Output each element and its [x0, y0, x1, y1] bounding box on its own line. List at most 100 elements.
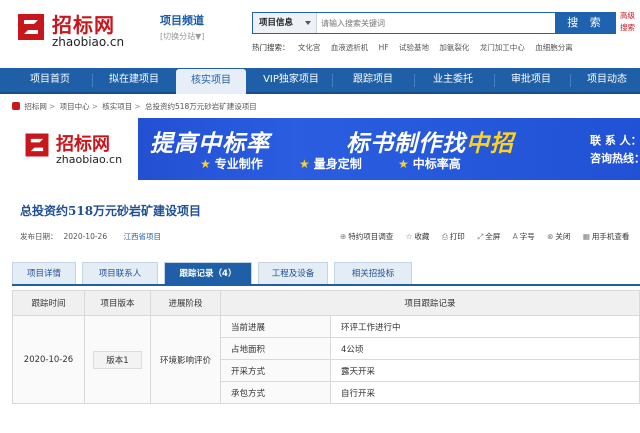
record-key: 承包方式 [220, 381, 331, 404]
hot-term[interactable]: 加氨裂化 [439, 43, 469, 52]
fullscreen-icon: ⤢ [477, 232, 484, 241]
hot-search-bar: 热门搜索： 文化宫 血液透析机 HF 试验基地 加氨裂化 龙门加工中心 血细胞分… [252, 42, 581, 53]
column-header: 进展阶段 [150, 290, 221, 316]
hot-term[interactable]: 文化宫 [298, 43, 321, 52]
logo-mark-icon [25, 133, 49, 157]
logo-text-en: zhaobiao.cn [52, 35, 125, 49]
home-icon [12, 102, 20, 110]
contact-label: 联 系 人： [590, 134, 640, 147]
hot-search-label: 热门搜索： [252, 43, 290, 52]
table-row: 2020-10-26 版本1 环境影响评价 当前进展 环评工作进行中 [12, 315, 640, 404]
channel-switch-link[interactable]: [切换分站▼] [160, 31, 204, 42]
project-meta: 发布日期： 2020-10-26 江西省项目 [20, 231, 161, 242]
survey-icon: ⊕ [340, 232, 347, 241]
hot-term[interactable]: 血液透析机 [331, 43, 369, 52]
nav-item-vip[interactable]: VIP独家项目 [252, 68, 330, 92]
nav-divider [414, 74, 415, 87]
printer-icon: ⎙ [441, 232, 448, 241]
fullscreen-action[interactable]: ⤢ 全屏 [477, 232, 500, 241]
breadcrumb-link[interactable]: 招标网 [24, 102, 47, 111]
nav-item-verified[interactable]: 核实项目 [176, 69, 246, 94]
fontsize-action[interactable]: A 字号 [513, 232, 535, 241]
advanced-search-link[interactable]: 高级搜索 [620, 10, 640, 34]
channel-block: 项目频道 [切换分站▼] [160, 12, 204, 42]
phone-label: 咨询热线： [590, 152, 640, 165]
banner-logo: 招标网 zhaobiao.cn [14, 118, 138, 180]
mobile-view-action[interactable]: ▦ 用手机查看 [583, 232, 630, 241]
star-icon: ★ [200, 157, 211, 171]
table-header-row: 跟踪时间 项目版本 进展阶段 项目跟踪记录 [12, 290, 640, 316]
nav-item-tracking[interactable]: 跟踪项目 [336, 68, 410, 92]
site-header: 招标网 zhaobiao.cn 项目频道 [切换分站▼] 项目信息 搜 索 高级… [0, 0, 640, 68]
record-value: 4公顷 [330, 337, 640, 360]
tab-details[interactable]: 项目详情 [12, 262, 76, 284]
star-icon: ★ [298, 157, 310, 171]
survey-action[interactable]: ⊕ 特约项目调查 [340, 232, 393, 241]
ad-banner[interactable]: 招标网 zhaobiao.cn 提高中标率 标书制作找中招 ★ 专业制作 ★ 量身定… [14, 118, 640, 180]
nav-item-planned[interactable]: 拟在建项目 [94, 68, 174, 92]
logo-mark-icon [18, 14, 44, 40]
column-header: 项目跟踪记录 [220, 290, 640, 316]
region-link[interactable]: 江西省项目 [123, 232, 161, 241]
hot-term[interactable]: 龙门加工中心 [480, 43, 525, 52]
version-cell: 版本1 [84, 315, 151, 404]
hot-term[interactable]: 试验基地 [399, 43, 429, 52]
search-box: 项目信息 [252, 12, 556, 34]
main-nav: 项目首页 拟在建项目 核实项目 VIP独家项目 跟踪项目 业主委托 审批项目 项… [0, 68, 640, 94]
tab-tracking[interactable]: 跟踪记录（4） [164, 262, 252, 284]
star-icon: ★ [397, 157, 409, 171]
close-action[interactable]: ⊗ 关闭 [547, 232, 570, 241]
chevron-down-icon [305, 21, 311, 25]
banner-slogan-primary: 提高中标率 [150, 131, 270, 157]
hot-term[interactable]: HF [379, 43, 389, 52]
qr-code-icon: ▦ [582, 232, 590, 241]
favorite-action[interactable]: ☆ 收藏 [406, 232, 430, 241]
nav-divider [92, 74, 93, 87]
banner-logo-en: zhaobiao.cn [56, 153, 123, 166]
nav-divider [570, 74, 571, 87]
star-outline-icon: ☆ [405, 232, 413, 241]
tab-engineering[interactable]: 工程及设备 [258, 262, 328, 284]
track-date: 2020-10-26 [12, 315, 85, 404]
search-category-select[interactable]: 项目信息 [253, 13, 317, 33]
detail-tabs: 项目详情 项目联系人 跟踪记录（4） 工程及设备 相关招投标 [12, 262, 640, 286]
publish-label: 发布日期： [20, 232, 58, 241]
breadcrumb: 招标网 > 项目中心 > 核实项目 > 总投资约518万元砂岩矿建设项目 [12, 101, 257, 112]
nav-item-owner[interactable]: 业主委托 [418, 68, 488, 92]
tab-related-bids[interactable]: 相关招投标 [334, 262, 412, 284]
nav-item-home[interactable]: 项目首页 [10, 68, 90, 92]
action-toolbar: ⊕ 特约项目调查 ☆ 收藏 ⎙ 打印 ⤢ 全屏 A 字号 ⊗ 关闭 ▦ 用手机查看 [340, 231, 639, 242]
nav-divider [332, 74, 333, 87]
channel-title: 项目频道 [160, 14, 204, 27]
publish-date: 2020-10-26 [63, 232, 108, 241]
banner-contact: 联 系 人： 咨询热线： [590, 132, 640, 168]
record-key: 开采方式 [220, 359, 331, 382]
search-input[interactable] [321, 15, 551, 31]
close-icon: ⊗ [547, 232, 554, 241]
nav-item-news[interactable]: 项目动态 [574, 68, 640, 92]
version-tag[interactable]: 版本1 [93, 350, 142, 369]
feature-label: 专业制作 [214, 157, 263, 171]
banner-highlight: 中招 [466, 131, 514, 157]
hot-term[interactable]: 血细胞分离 [535, 43, 573, 52]
search-category-label: 项目信息 [259, 18, 294, 28]
feature-label: 量身定制 [313, 157, 362, 171]
page-title: 总投资约518万元砂岩矿建设项目 [20, 204, 202, 218]
site-logo[interactable]: 招标网 zhaobiao.cn [14, 8, 136, 49]
nav-divider [494, 74, 495, 87]
record-key: 当前进展 [220, 315, 331, 338]
record-value: 露天开采 [330, 359, 640, 382]
banner-slogan-secondary: 标书制作找中招 [346, 131, 514, 157]
record-value: 自行开采 [330, 381, 640, 404]
nav-item-approval[interactable]: 审批项目 [498, 68, 564, 92]
logo-text-cn: 招标网 [52, 13, 115, 37]
tab-contacts[interactable]: 项目联系人 [82, 262, 158, 284]
column-header: 跟踪时间 [12, 290, 85, 316]
feature-label: 中标率高 [412, 157, 461, 171]
breadcrumb-link[interactable]: 核实项目 [102, 102, 132, 111]
breadcrumb-link[interactable]: 项目中心 [60, 102, 90, 111]
font-size-icon: A [512, 232, 518, 241]
print-action[interactable]: ⎙ 打印 [442, 232, 465, 241]
search-button[interactable]: 搜 索 [556, 12, 616, 34]
breadcrumb-current: 总投资约518万元砂岩矿建设项目 [144, 102, 257, 111]
